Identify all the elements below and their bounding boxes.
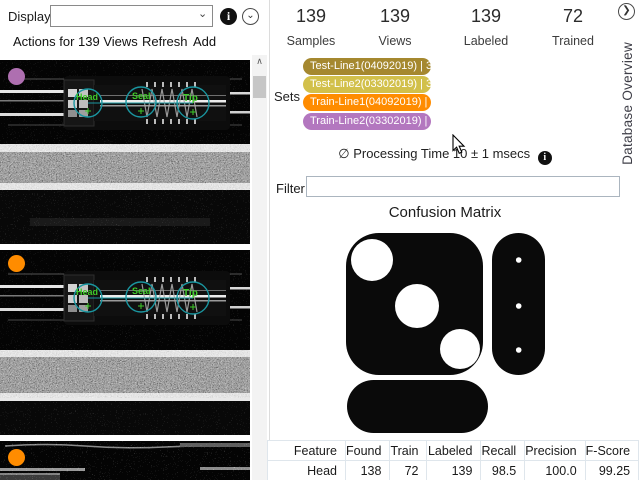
dropdown-arrow-icon[interactable]: ▼ xyxy=(446,94,454,111)
panel-divider xyxy=(269,0,270,480)
add-button[interactable]: Add xyxy=(193,34,216,49)
view-status-badge xyxy=(8,255,25,272)
stat-samples-label: Samples xyxy=(276,34,346,48)
feature-results-table: Feature Found Train Labeled Recall Preci… xyxy=(267,440,639,480)
feature-label-seal: Seal xyxy=(132,91,151,101)
set-tag-test-line2[interactable]: Test-Line2(03302019) | 34 ▼ xyxy=(303,76,431,93)
stat-samples-value: 139 xyxy=(276,6,346,27)
cell-labeled: 139 xyxy=(427,461,481,480)
vertical-scrollbar[interactable]: ∧ xyxy=(252,55,267,480)
set-tag-train-line2[interactable]: Train-Line2(03302019) | 36 ▼ xyxy=(303,113,431,130)
feature-label-tip: Tip xyxy=(183,288,198,299)
col-fscore[interactable]: F-Score xyxy=(585,441,638,461)
view-status-badge xyxy=(8,68,25,85)
set-tag-label: Train-Line1(04092019) | 36 xyxy=(310,94,443,111)
filter-input[interactable] xyxy=(306,176,620,197)
cell-feature: Head xyxy=(268,461,346,480)
feature-label-head: Head xyxy=(76,287,98,297)
confusion-matrix-title: Confusion Matrix xyxy=(270,204,620,221)
stat-trained: 72 Trained xyxy=(538,6,608,48)
processing-time-text: Processing Time 10 ± 1 msecs xyxy=(353,146,530,161)
average-symbol: ∅ xyxy=(338,146,349,161)
view-image-3[interactable] xyxy=(0,441,250,480)
confusion-matrix-graphic xyxy=(340,230,552,436)
view-image-1[interactable]: Head Seal Tip xyxy=(0,60,250,244)
scrollbar-thumb[interactable] xyxy=(253,76,266,98)
stat-views-value: 139 xyxy=(360,6,430,27)
feature-label-head: Head xyxy=(76,92,98,102)
info-icon[interactable]: i xyxy=(220,8,237,25)
col-train[interactable]: Train xyxy=(390,441,427,461)
col-precision[interactable]: Precision xyxy=(525,441,585,461)
view-image-2[interactable]: Head Seal Tip xyxy=(0,250,250,435)
col-feature[interactable]: Feature xyxy=(268,441,346,461)
sets-label: Sets xyxy=(274,89,300,104)
cell-recall: 98.5 xyxy=(481,461,525,480)
stat-samples: 139 Samples xyxy=(276,6,346,48)
panel-toggle-chevron-icon[interactable]: ❯ xyxy=(618,3,635,20)
scroll-up-icon[interactable]: ∧ xyxy=(252,56,267,67)
stat-trained-label: Trained xyxy=(538,34,608,48)
display-label: Display xyxy=(8,9,51,24)
actions-menu-button[interactable]: Actions for 139 Views xyxy=(13,34,138,49)
stat-labeled-label: Labeled xyxy=(451,34,521,48)
stat-views: 139 Views xyxy=(360,6,430,48)
col-recall[interactable]: Recall xyxy=(481,441,525,461)
dropdown-arrow-icon[interactable]: ▼ xyxy=(441,76,449,93)
feature-label-tip: Tip xyxy=(183,93,198,104)
table-row[interactable]: Head 138 72 139 98.5 100.0 99.25 xyxy=(268,461,639,480)
cell-precision: 100.0 xyxy=(525,461,585,480)
info-icon[interactable]: i xyxy=(538,151,552,165)
feature-label-seal: Seal xyxy=(132,286,151,296)
tab-database-overview[interactable]: Database Overview xyxy=(616,22,638,184)
filter-label: Filter xyxy=(276,181,305,196)
refresh-button[interactable]: Refresh xyxy=(142,34,188,49)
view-status-badge xyxy=(8,449,25,466)
col-found[interactable]: Found xyxy=(346,441,390,461)
stat-views-label: Views xyxy=(360,34,430,48)
cell-found: 138 xyxy=(346,461,390,480)
set-tag-train-line1[interactable]: Train-Line1(04092019) | 36 ▼ xyxy=(303,94,431,111)
set-tag-test-line1[interactable]: Test-Line1(04092019) | 33 ▼ xyxy=(303,58,431,75)
mouse-cursor xyxy=(452,134,466,155)
cell-train: 72 xyxy=(390,461,427,480)
cell-fscore: 99.25 xyxy=(585,461,638,480)
table-header-row: Feature Found Train Labeled Recall Preci… xyxy=(268,441,639,461)
col-labeled[interactable]: Labeled xyxy=(427,441,481,461)
dropdown-arrow-icon[interactable]: ▼ xyxy=(446,113,454,130)
side-tab-label: Database Overview xyxy=(620,42,635,165)
stat-labeled-value: 139 xyxy=(451,6,521,27)
stat-trained-value: 72 xyxy=(538,6,608,27)
display-combobox[interactable] xyxy=(50,5,213,27)
processing-time-row: ∅ Processing Time 10 ± 1 msecs i xyxy=(270,146,620,165)
stat-labeled: 139 Labeled xyxy=(451,6,521,48)
set-tag-label: Test-Line1(04092019) | 33 xyxy=(310,58,438,75)
dropdown-arrow-icon[interactable]: ▼ xyxy=(441,58,449,75)
set-tag-label: Test-Line2(03302019) | 34 xyxy=(310,76,438,93)
set-tag-label: Train-Line2(03302019) | 36 xyxy=(310,113,443,130)
app-window: Display ⌄ i ⌄ Actions for 139 Views Refr… xyxy=(0,0,640,480)
expander-chevron-icon[interactable]: ⌄ xyxy=(242,8,259,25)
